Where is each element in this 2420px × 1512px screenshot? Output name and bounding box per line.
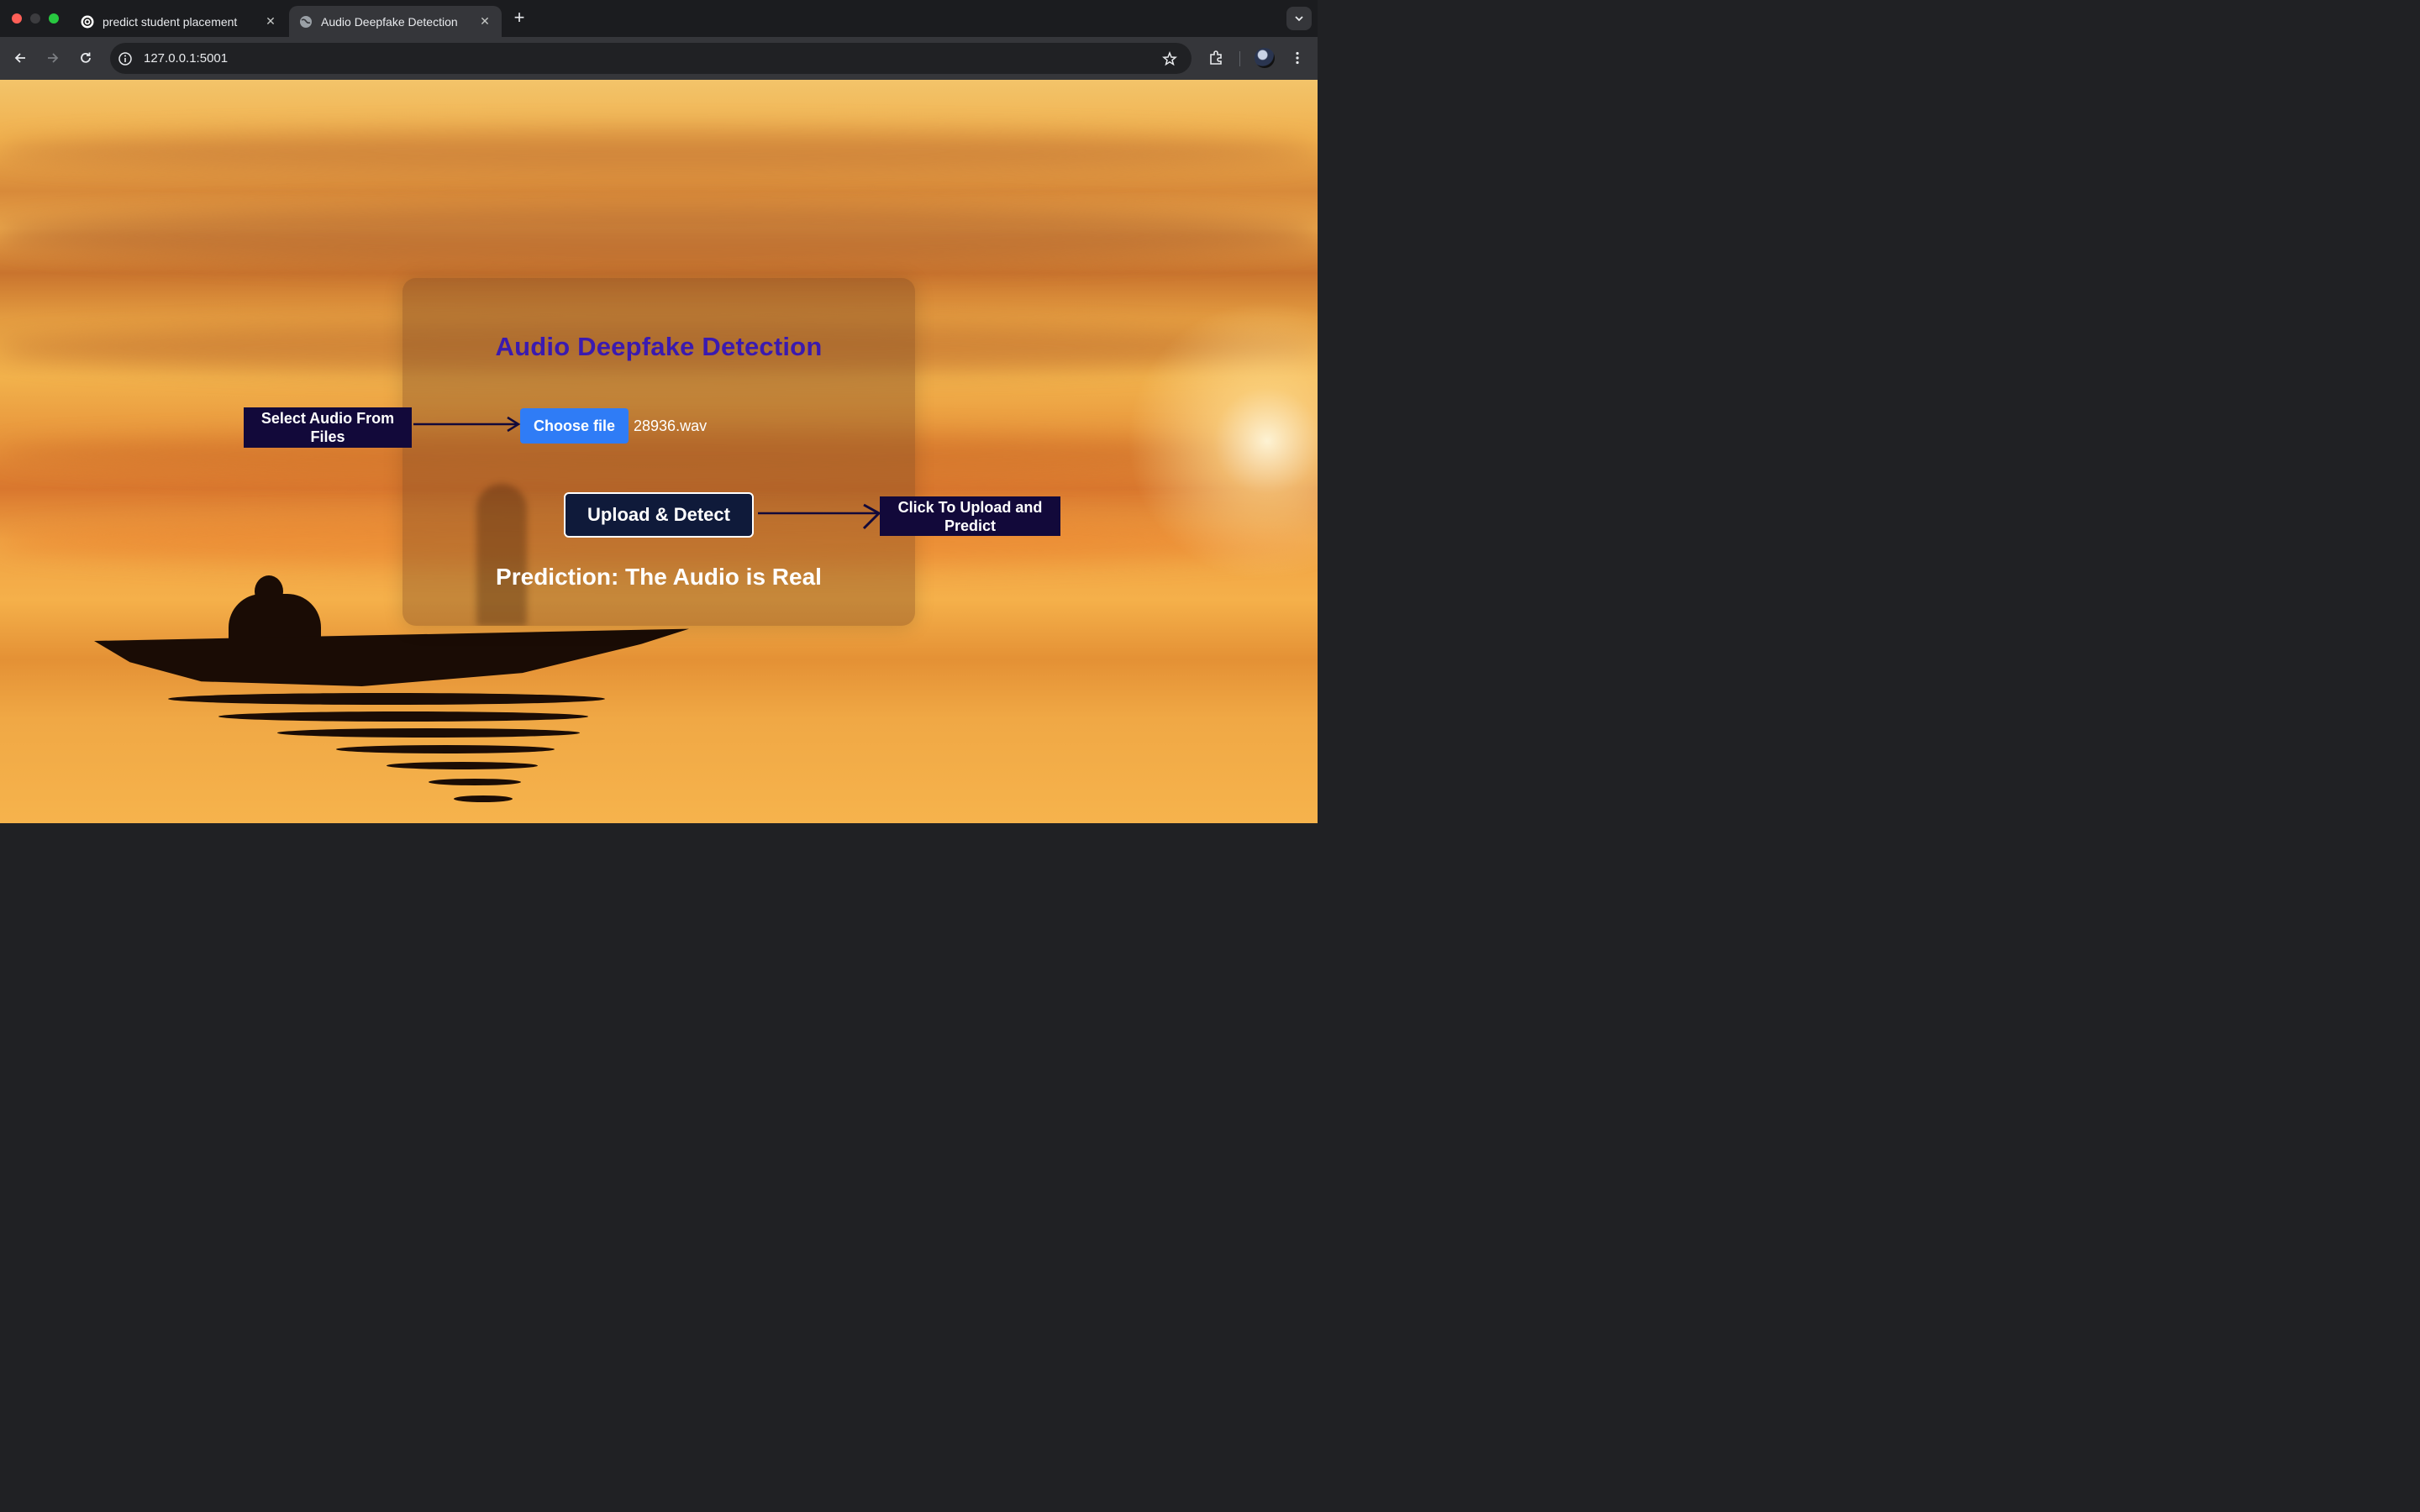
maximize-window-button[interactable] bbox=[49, 13, 59, 24]
tab-predict-student-placement[interactable]: predict student placement ✕ bbox=[71, 6, 287, 37]
reload-icon bbox=[81, 52, 91, 63]
globe-icon bbox=[299, 15, 313, 29]
kebab-menu-icon bbox=[1296, 51, 1299, 65]
arrow-right-icon bbox=[413, 416, 521, 433]
new-tab-button[interactable]: + bbox=[509, 8, 529, 29]
tab-audio-deepfake-detection[interactable]: Audio Deepfake Detection ✕ bbox=[289, 6, 502, 37]
page-title: Audio Deepfake Detection bbox=[495, 332, 823, 361]
bookmark-star-icon[interactable] bbox=[1161, 50, 1178, 67]
back-button[interactable] bbox=[10, 48, 30, 68]
address-bar[interactable]: 127.0.0.1:5001 bbox=[110, 43, 1192, 74]
background-figure bbox=[476, 484, 527, 626]
close-tab-icon[interactable]: ✕ bbox=[478, 14, 492, 29]
chevron-down-icon bbox=[1295, 16, 1303, 22]
tab-title: predict student placement bbox=[103, 14, 238, 29]
upload-predict-callout: Click To Upload and Predict bbox=[880, 496, 1060, 536]
close-tab-icon[interactable]: ✕ bbox=[264, 14, 277, 29]
select-audio-callout: Select Audio From Files bbox=[244, 407, 412, 448]
tab-title: Audio Deepfake Detection bbox=[321, 14, 458, 29]
url-text[interactable]: 127.0.0.1:5001 bbox=[144, 43, 228, 74]
upload-detect-button[interactable]: Upload & Detect bbox=[564, 492, 754, 538]
arrow-right-icon bbox=[48, 53, 59, 63]
toolbar-divider bbox=[1239, 51, 1240, 66]
page-viewport: Audio Deepfake Detection Choose file 289… bbox=[0, 80, 1318, 823]
site-info-icon[interactable] bbox=[117, 50, 134, 67]
profile-avatar[interactable] bbox=[1255, 48, 1275, 68]
arrow-right-icon bbox=[758, 503, 881, 530]
reload-button[interactable] bbox=[76, 48, 96, 68]
selected-file-name: 28936.wav bbox=[634, 417, 708, 434]
extensions-button[interactable] bbox=[1206, 48, 1226, 68]
forward-button[interactable] bbox=[43, 48, 63, 68]
minimize-window-button[interactable] bbox=[30, 13, 40, 24]
prediction-result: Prediction: The Audio is Real bbox=[496, 564, 822, 590]
close-window-button[interactable] bbox=[12, 13, 22, 24]
puzzle-icon bbox=[1210, 50, 1222, 65]
browser-menu-button[interactable] bbox=[1287, 48, 1307, 68]
choose-file-button[interactable]: Choose file bbox=[520, 408, 629, 444]
tab-strip: predict student placement ✕ Audio Deepfa… bbox=[0, 0, 1318, 37]
arrow-left-icon bbox=[14, 53, 25, 63]
file-input[interactable]: Choose file 28936.wav bbox=[520, 408, 707, 444]
browser-toolbar: 127.0.0.1:5001 bbox=[0, 37, 1318, 80]
detection-card: Audio Deepfake Detection Choose file 289… bbox=[402, 278, 915, 626]
openai-logo-icon bbox=[81, 15, 94, 29]
tab-search-button[interactable] bbox=[1286, 7, 1312, 30]
